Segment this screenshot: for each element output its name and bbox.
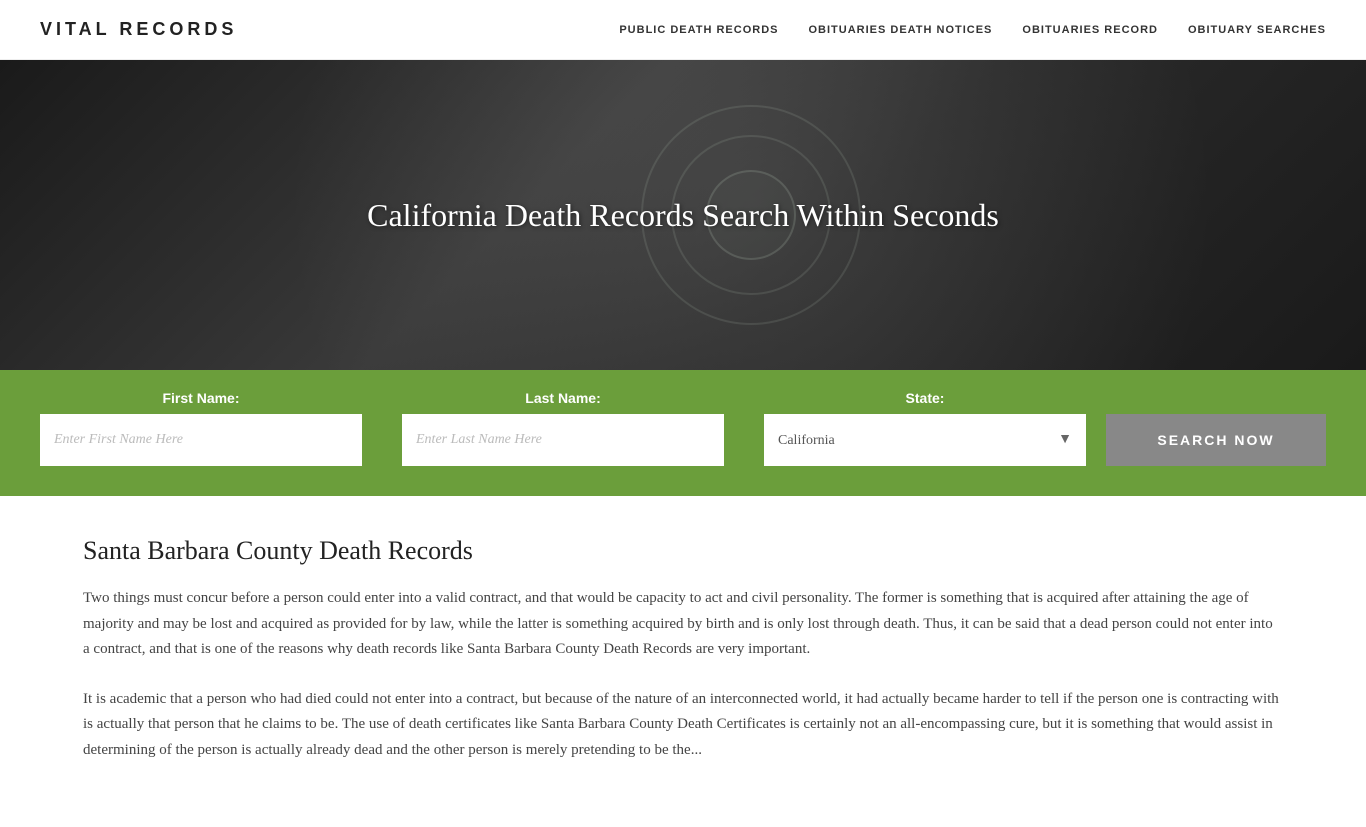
first-name-input[interactable] <box>40 414 362 466</box>
header: VITAL RECORDS PUBLIC DEATH RECORDS OBITUA… <box>0 0 1366 60</box>
nav-link[interactable]: OBITUARY SEARCHES <box>1188 24 1326 36</box>
state-label: State: <box>764 390 1086 406</box>
search-now-button[interactable]: SEARCH NOW <box>1106 414 1326 466</box>
first-name-label: First Name: <box>40 390 362 406</box>
last-name-input[interactable] <box>402 414 724 466</box>
content-paragraph-2: It is academic that a person who had die… <box>83 687 1283 764</box>
state-select-wrapper: AlabamaAlaskaArizonaArkansasCaliforniaCo… <box>764 414 1086 466</box>
nav-link[interactable]: OBITUARIES RECORD <box>1022 24 1158 36</box>
main-nav: PUBLIC DEATH RECORDS OBITUARIES DEATH NOT… <box>619 24 1326 36</box>
content-section: Santa Barbara County Death Records Two t… <box>43 496 1323 827</box>
hero-section: California Death Records Search Within S… <box>0 60 1366 370</box>
first-name-field: First Name: <box>40 390 382 466</box>
search-section: First Name: Last Name: State: AlabamaAla… <box>0 370 1366 496</box>
nav-link[interactable]: OBITUARIES DEATH NOTICES <box>808 24 992 36</box>
last-name-field: Last Name: <box>382 390 744 466</box>
last-name-label: Last Name: <box>402 390 724 406</box>
content-paragraph-1: Two things must concur before a person c… <box>83 586 1283 663</box>
site-title: VITAL RECORDS <box>40 19 237 40</box>
state-select[interactable]: AlabamaAlaskaArizonaArkansasCaliforniaCo… <box>764 414 1086 466</box>
search-button-wrapper: SEARCH NOW <box>1106 414 1326 466</box>
state-field: State: AlabamaAlaskaArizonaArkansasCalif… <box>744 390 1106 466</box>
content-heading: Santa Barbara County Death Records <box>83 536 1283 566</box>
nav-link[interactable]: PUBLIC DEATH RECORDS <box>619 24 778 36</box>
hero-title: California Death Records Search Within S… <box>367 197 999 234</box>
